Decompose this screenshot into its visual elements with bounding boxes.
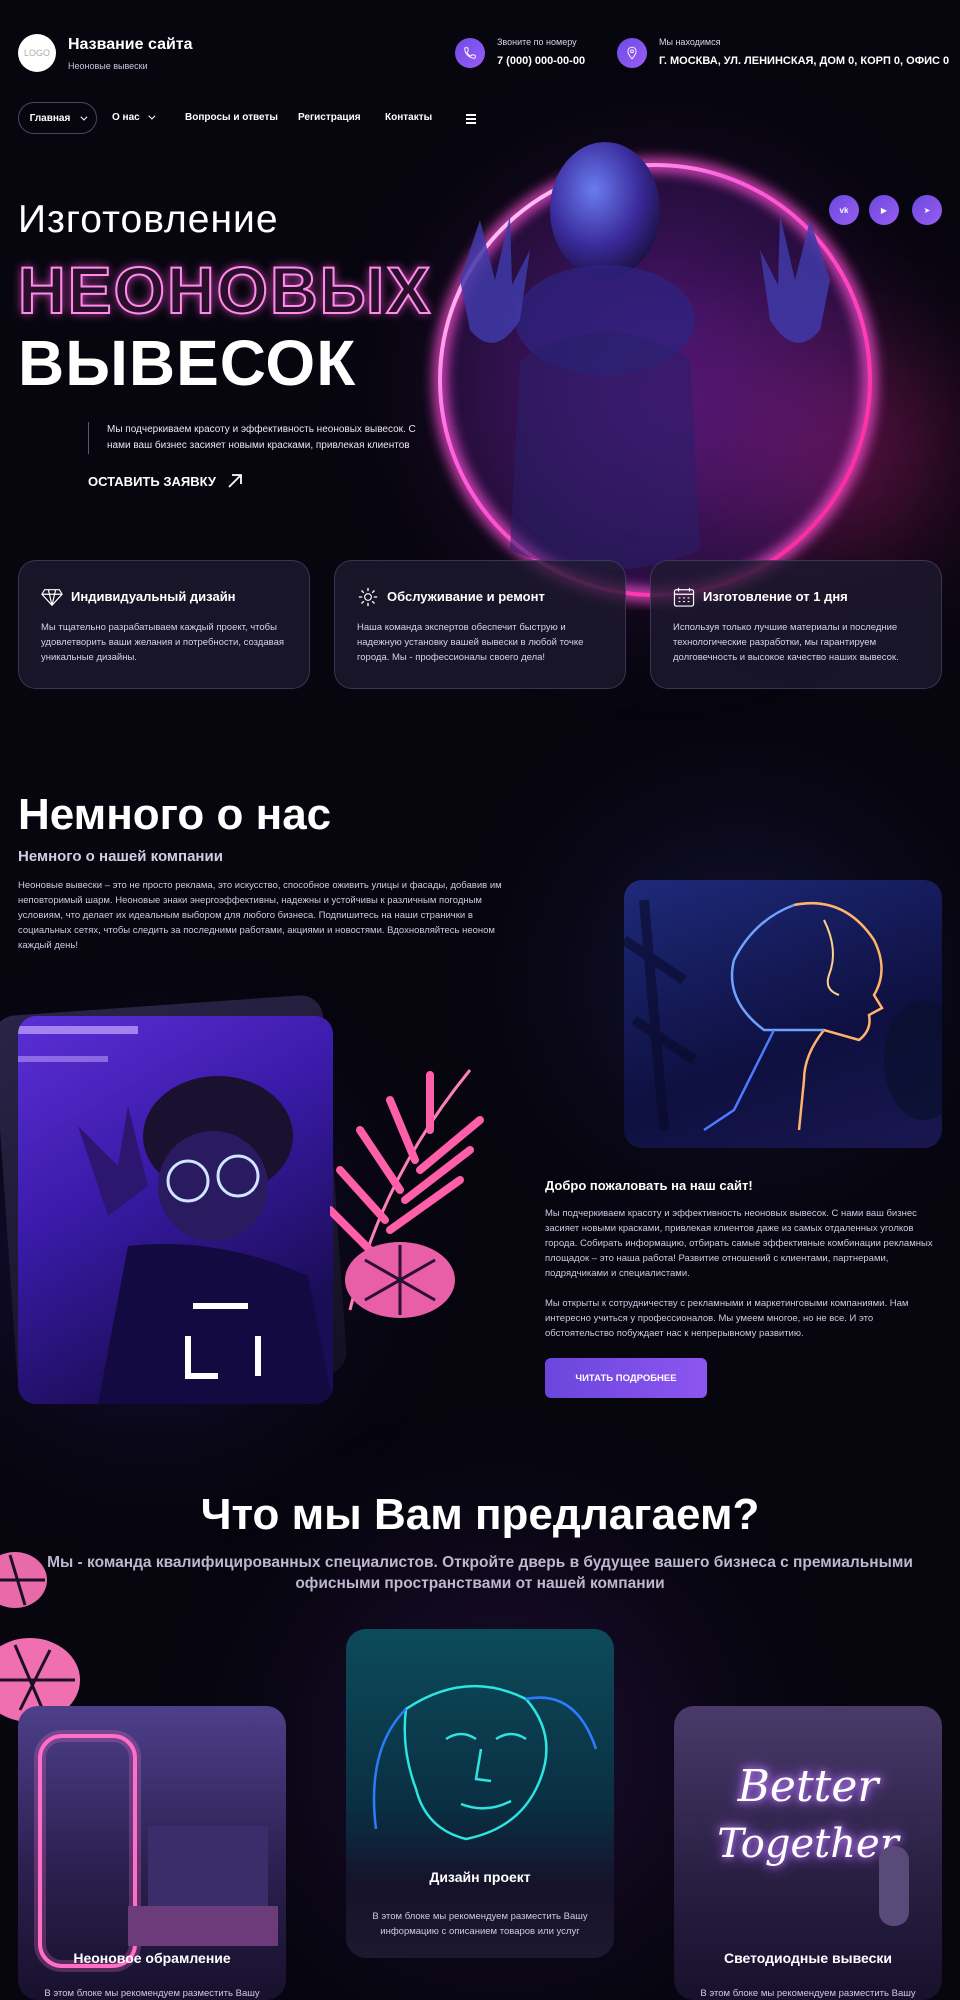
welcome-paragraph: Мы открыты к сотрудничеству с рекламными… bbox=[545, 1298, 909, 1339]
service-card-led-signs[interactable]: Better Together Светодиодные вывески В э… bbox=[674, 1706, 942, 2000]
nav-item-registration[interactable]: Регистрация bbox=[298, 112, 361, 123]
nav-item-about[interactable]: О нас bbox=[112, 112, 156, 123]
telegram-icon[interactable]: ➤ bbox=[912, 195, 942, 225]
nav-label: О нас bbox=[112, 112, 140, 123]
hero-heading-line2: НЕОНОВЫХ bbox=[17, 252, 433, 328]
about-title: Немного о нас bbox=[18, 790, 332, 839]
address-value: Г. МОСКВА, УЛ. ЛЕНИНСКАЯ, ДОМ 0, КОРП 0,… bbox=[659, 55, 950, 67]
youtube-icon[interactable]: ▶ bbox=[869, 195, 899, 225]
cactus-decoration bbox=[879, 1846, 909, 1926]
location-icon bbox=[617, 38, 647, 68]
menu-icon[interactable] bbox=[466, 114, 476, 124]
feature-title: Изготовление от 1 дня bbox=[703, 589, 848, 604]
feature-title: Обслуживание и ремонт bbox=[387, 589, 545, 604]
service-title: Дизайн проект bbox=[429, 1869, 531, 1885]
about-subtitle: Немного о нашей компании bbox=[18, 848, 223, 865]
feature-card-design: Индивидуальный дизайн Мы тщательно разра… bbox=[18, 560, 310, 689]
service-text: В этом блоке мы рекомендуем разместить В… bbox=[700, 1988, 916, 1999]
welcome-paragraph: Мы подчеркиваем красоту и эффективность … bbox=[545, 1208, 933, 1279]
nav-item-contacts[interactable]: Контакты bbox=[385, 112, 432, 123]
site-title[interactable]: Название сайта bbox=[68, 36, 193, 54]
offer-title: Что мы Вам предлагаем? bbox=[200, 1490, 760, 1539]
offer-subtitle: Мы - команда квалифицированных специалис… bbox=[47, 1554, 913, 1592]
feature-card-production: Изготовление от 1 дня Используя только л… bbox=[650, 560, 942, 689]
feature-text: Наша команда экспертов обеспечит быструю… bbox=[357, 622, 584, 663]
service-card-neon-frame[interactable]: Неоновое обрамление В этом блоке мы реко… bbox=[18, 1706, 286, 2000]
hero-description: Мы подчеркиваем красоту и эффективность … bbox=[88, 422, 428, 454]
tropical-leaf-decoration bbox=[330, 1069, 484, 1318]
nav-item-home[interactable]: Главная bbox=[18, 102, 97, 134]
phone-number[interactable]: 7 (000) 000-00-00 bbox=[497, 55, 585, 67]
submit-request-link[interactable]: ОСТАВИТЬ ЗАЯВКУ bbox=[88, 472, 244, 490]
phone-icon[interactable] bbox=[455, 38, 485, 68]
welcome-title: Добро пожаловать на наш сайт! bbox=[545, 1178, 753, 1193]
service-text: В этом блоке мы рекомендуем разместить В… bbox=[44, 1988, 260, 1999]
calendar-icon bbox=[673, 587, 695, 607]
feature-title: Индивидуальный дизайн bbox=[71, 589, 236, 604]
feature-card-service: Обслуживание и ремонт Наша команда экспе… bbox=[334, 560, 626, 689]
about-text: Неоновые вывески – это не просто реклама… bbox=[18, 880, 502, 951]
address-label: Мы находимся bbox=[659, 37, 721, 47]
feature-text: Мы тщательно разрабатываем каждый проект… bbox=[41, 622, 284, 663]
chevron-down-icon bbox=[80, 113, 88, 121]
vk-icon[interactable]: vk bbox=[829, 195, 859, 225]
logo-text: LOGO bbox=[23, 48, 50, 58]
neon-woman-photo bbox=[18, 1016, 333, 1404]
neon-face-photo bbox=[624, 880, 942, 1148]
read-more-button[interactable]: ЧИТАТЬ ПОДРОБНЕЕ bbox=[545, 1358, 707, 1398]
diamond-icon bbox=[41, 589, 63, 607]
service-title: Светодиодные вывески bbox=[724, 1950, 892, 1966]
phone-label: Звоните по номеру bbox=[497, 37, 577, 47]
arrow-up-right-icon bbox=[228, 474, 242, 488]
service-title: Неоновое обрамление bbox=[73, 1950, 231, 1966]
service-text: В этом блоке мы рекомендуем разместить В… bbox=[372, 1911, 588, 1937]
service-card-design-project[interactable]: Дизайн проект В этом блоке мы рекомендуе… bbox=[346, 1629, 614, 1958]
hero-heading-line3: ВЫВЕСОК bbox=[18, 327, 357, 399]
nav-item-faq[interactable]: Вопросы и ответы bbox=[185, 112, 278, 123]
feature-text: Используя только лучшие материалы и посл… bbox=[673, 622, 899, 663]
neon-sign-text: Better bbox=[737, 1761, 879, 1812]
hero-heading-line1: Изготовление bbox=[18, 198, 279, 241]
logo[interactable]: LOGO bbox=[18, 34, 56, 72]
site-subtitle: Неоновые вывески bbox=[68, 61, 148, 71]
gear-icon bbox=[358, 587, 378, 607]
chevron-down-icon bbox=[148, 112, 156, 120]
cta-label: ОСТАВИТЬ ЗАЯВКУ bbox=[88, 473, 216, 489]
welcome-text: Мы подчеркиваем красоту и эффективность … bbox=[545, 1206, 940, 1341]
nav-label: Главная bbox=[29, 112, 71, 124]
hero-neon-ring-illustration bbox=[433, 142, 877, 602]
